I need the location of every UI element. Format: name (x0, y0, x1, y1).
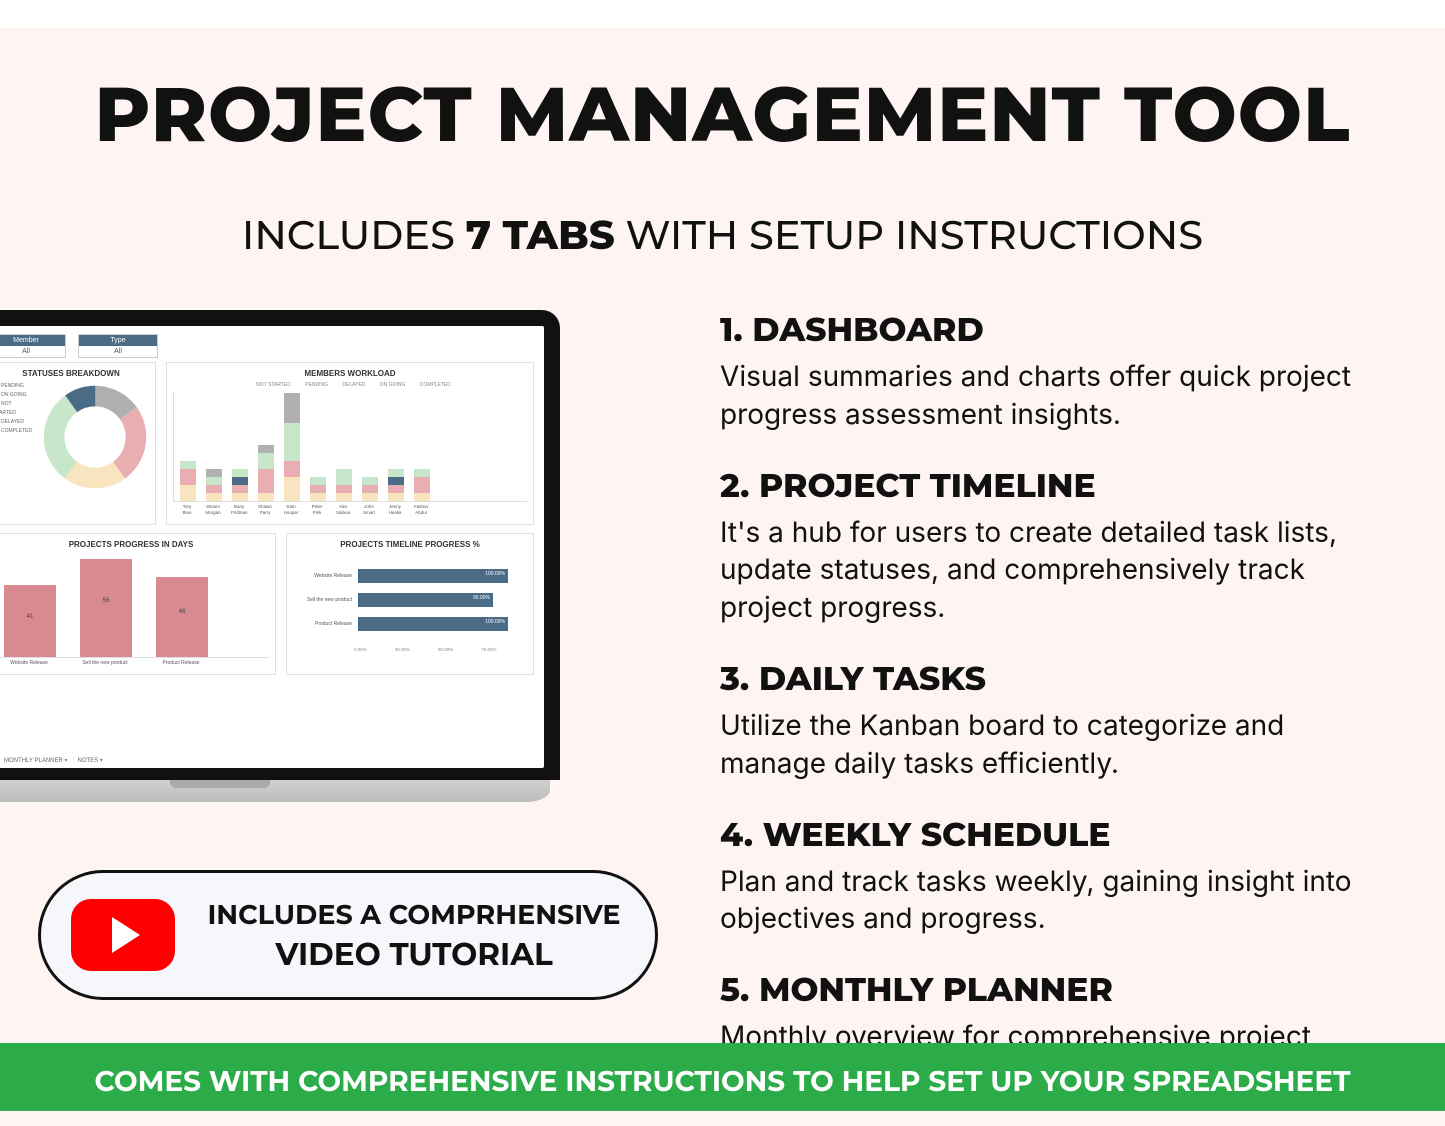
feature-heading: 3. DAILY TASKS (720, 659, 1380, 699)
progress-days-panel: PROJECTS PROGRESS IN DAYS 41 56 46 Websi… (0, 533, 276, 675)
timeline-pct-ticks: 0.00% 25.00% 50.00% 75.00% (293, 647, 527, 652)
workload-panel: MEMBERS WORKLOAD NOT STARTED PENDING DEL… (166, 362, 534, 525)
subtitle: INCLUDES 7 TABS WITH SETUP INSTRUCTIONS (0, 211, 1445, 260)
timeline-pct-title: PROJECTS TIMELINE PROGRESS % (293, 540, 527, 549)
progress-days-labels: Website Release Sell the new product Pro… (0, 658, 269, 668)
feature-desc: Visual summaries and charts offer quick … (720, 358, 1380, 434)
subtitle-pre: INCLUDES (242, 211, 466, 260)
donut-chart-icon (41, 382, 149, 492)
progress-days-bars: 41 56 46 (0, 553, 269, 658)
timeline-pct-panel: PROJECTS TIMELINE PROGRESS % Website Rel… (286, 533, 534, 675)
statuses-legend: PENDING ON GOING NOT STARTED DELAYED COM… (0, 382, 35, 436)
feature-desc: Utilize the Kanban board to categorize a… (720, 707, 1380, 783)
statuses-panel: STATUSES BREAKDOWN PENDING ON GOING NOT … (0, 362, 156, 525)
feature-project-timeline: 2. PROJECT TIMELINE It's a hub for users… (720, 466, 1380, 627)
video-line1: INCLUDES A COMPRHENSIVE (203, 898, 625, 931)
feature-heading: 2. PROJECT TIMELINE (720, 466, 1380, 506)
subtitle-bold: 7 TABS (466, 211, 615, 260)
video-tutorial-callout: INCLUDES A COMPRHENSIVE VIDEO TUTORIAL (38, 870, 658, 1000)
feature-daily-tasks: 3. DAILY TASKS Utilize the Kanban board … (720, 659, 1380, 783)
legend-delayed: DELAYED (0, 418, 35, 427)
sheet-tab: MONTHLY PLANNER (4, 757, 67, 764)
video-line2: VIDEO TUTORIAL (203, 935, 625, 973)
legend-notstarted: NOT STARTED (0, 400, 35, 418)
filter-member-label: Member (0, 335, 65, 346)
legend-ongoing: ON GOING (0, 391, 35, 400)
feature-weekly-schedule: 4. WEEKLY SCHEDULE Plan and track tasks … (720, 815, 1380, 939)
filter-member: Member All (0, 334, 66, 358)
legend-completed: COMPLETED (0, 427, 35, 436)
features-list: 1. DASHBOARD Visual summaries and charts… (720, 310, 1420, 1126)
feature-heading: 1. DASHBOARD (720, 310, 1380, 350)
workload-legend: NOT STARTED PENDING DELAYED ON GOING COM… (173, 382, 527, 388)
timeline-pct-rows: Website Release100.00% Sell the new prod… (293, 553, 527, 647)
legend-pending: PENDING (0, 382, 35, 391)
youtube-icon (71, 899, 175, 971)
progress-days-title: PROJECTS PROGRESS IN DAYS (0, 540, 269, 549)
bottom-banner: COMES WITH COMPREHENSIVE INSTRUCTIONS TO… (0, 1043, 1445, 1111)
workload-title: MEMBERS WORKLOAD (173, 369, 527, 378)
workload-member-labels: Tory Blue Steven Morgan Dany Fridman Sha… (173, 502, 527, 518)
feature-dashboard: 1. DASHBOARD Visual summaries and charts… (720, 310, 1380, 434)
feature-desc: Plan and track tasks weekly, gaining ins… (720, 863, 1380, 939)
sheet-tabs: LE MONTHLY PLANNER NOTES (0, 757, 103, 764)
laptop-mockup: Member All Type All STATUSES BREAKDOWN (0, 310, 560, 802)
sheet-tab: NOTES (78, 757, 103, 764)
feature-desc: It's a hub for users to create detailed … (720, 514, 1380, 627)
dashboard-screenshot: Member All Type All STATUSES BREAKDOWN (0, 326, 544, 768)
feature-heading: 4. WEEKLY SCHEDULE (720, 815, 1380, 855)
laptop-base (0, 780, 550, 802)
filter-type-value: All (79, 346, 157, 357)
statuses-title: STATUSES BREAKDOWN (0, 369, 149, 378)
filter-type-label: Type (79, 335, 157, 346)
top-strip (0, 0, 1445, 28)
page-title: PROJECT MANAGEMENT TOOL (0, 68, 1445, 161)
filter-type: Type All (78, 334, 158, 358)
filter-member-value: All (0, 346, 65, 357)
workload-bars (173, 392, 527, 502)
subtitle-post: WITH SETUP INSTRUCTIONS (615, 211, 1203, 260)
feature-heading: 5. MONTHLY PLANNER (720, 970, 1380, 1010)
